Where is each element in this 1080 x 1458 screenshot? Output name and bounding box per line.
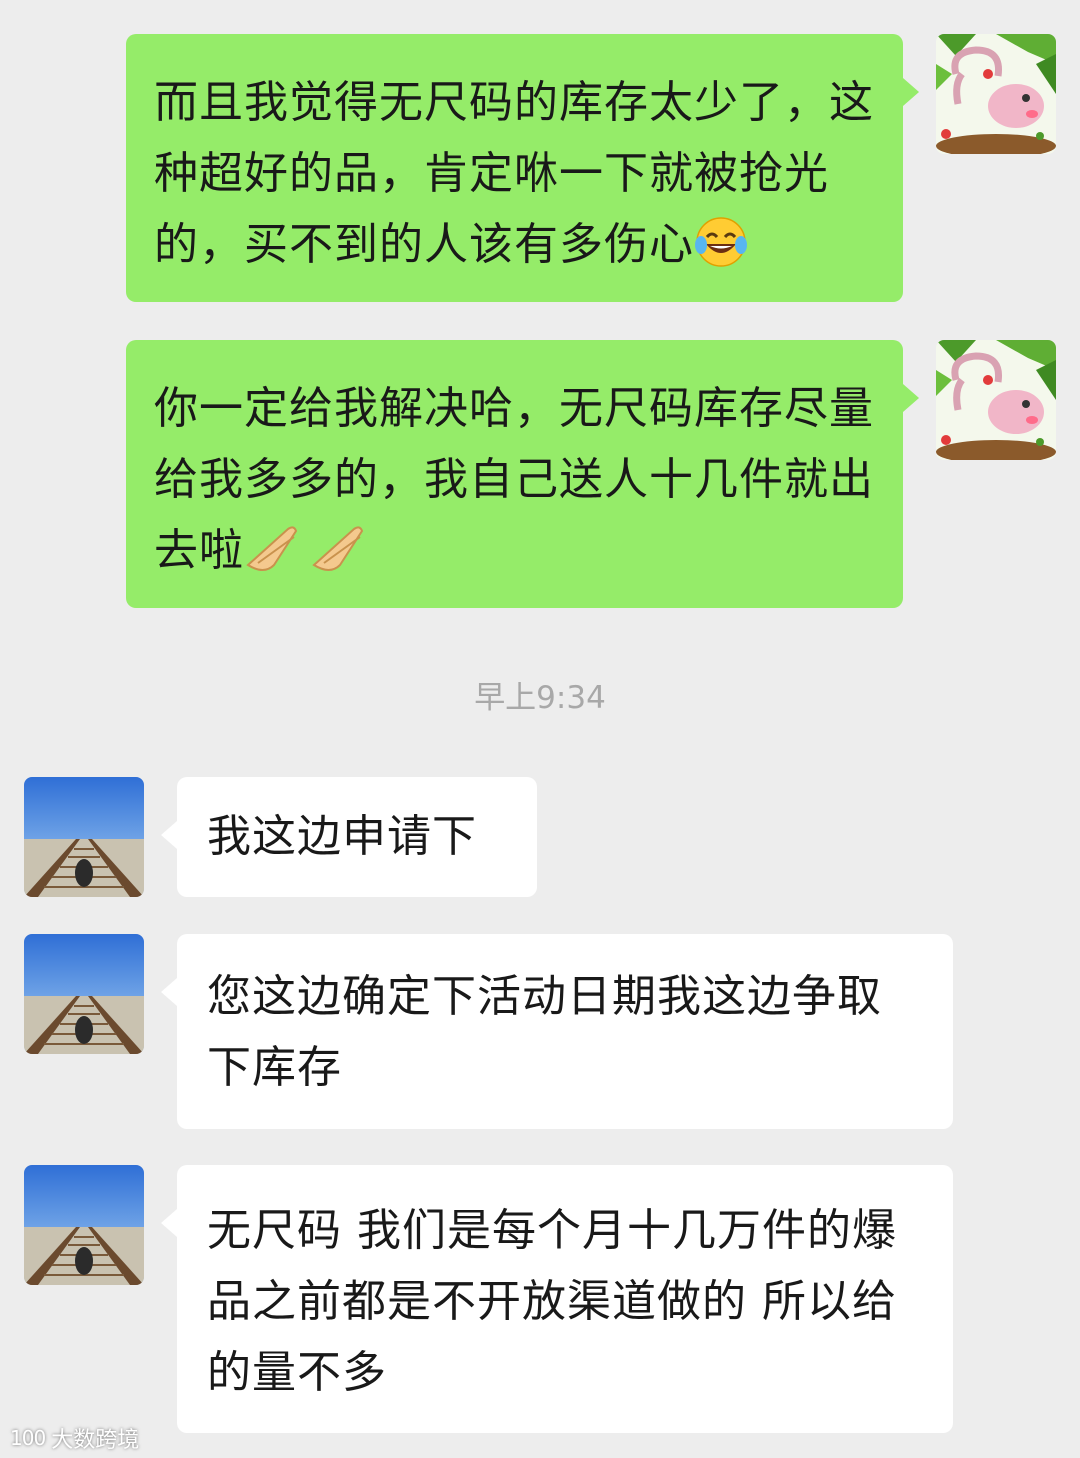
praying-hands-emoji (310, 521, 370, 596)
message-text: 无尺码 我们是每个月十几万件的爆品之前都是不开放渠道做的 所以给的量不多 (207, 1205, 897, 1398)
message-text: 我这边申请下 (207, 811, 477, 862)
watermark: 100 大数跨境 (10, 1422, 139, 1454)
message-timestamp: 早上9:34 (474, 680, 606, 716)
message-text: 您这边确定下活动日期我这边争取下库存 (207, 971, 882, 1093)
tears-of-joy-emoji (694, 215, 748, 290)
message-bubble-received[interactable]: 您这边确定下活动日期我这边争取下库存 (161, 934, 953, 1129)
message-bubble-received[interactable]: 我这边申请下 (161, 777, 537, 897)
message-bubble-sent[interactable]: 而且我觉得无尺码的库存太少了，这种超好的品，肯定咻一下就被抢光的，买不到的人该有… (126, 34, 919, 302)
watermark-text: 大数跨境 (51, 1428, 140, 1453)
watermark-logo: 100 (10, 1426, 46, 1450)
contact-avatar[interactable] (24, 934, 144, 1054)
message-bubble-sent[interactable]: 你一定给我解决哈，无尺码库存尽量给我多多的，我自己送人十几件就出去啦 (126, 340, 919, 608)
message-text: 而且我觉得无尺码的库存太少了，这种超好的品，肯定咻一下就被抢光的，买不到的人该有… (154, 77, 874, 270)
praying-hands-emoji (244, 521, 304, 596)
contact-avatar[interactable] (24, 777, 144, 897)
contact-avatar[interactable] (24, 1165, 144, 1285)
my-avatar[interactable] (936, 34, 1056, 154)
my-avatar[interactable] (936, 340, 1056, 460)
message-bubble-received[interactable]: 无尺码 我们是每个月十几万件的爆品之前都是不开放渠道做的 所以给的量不多 (161, 1165, 953, 1433)
